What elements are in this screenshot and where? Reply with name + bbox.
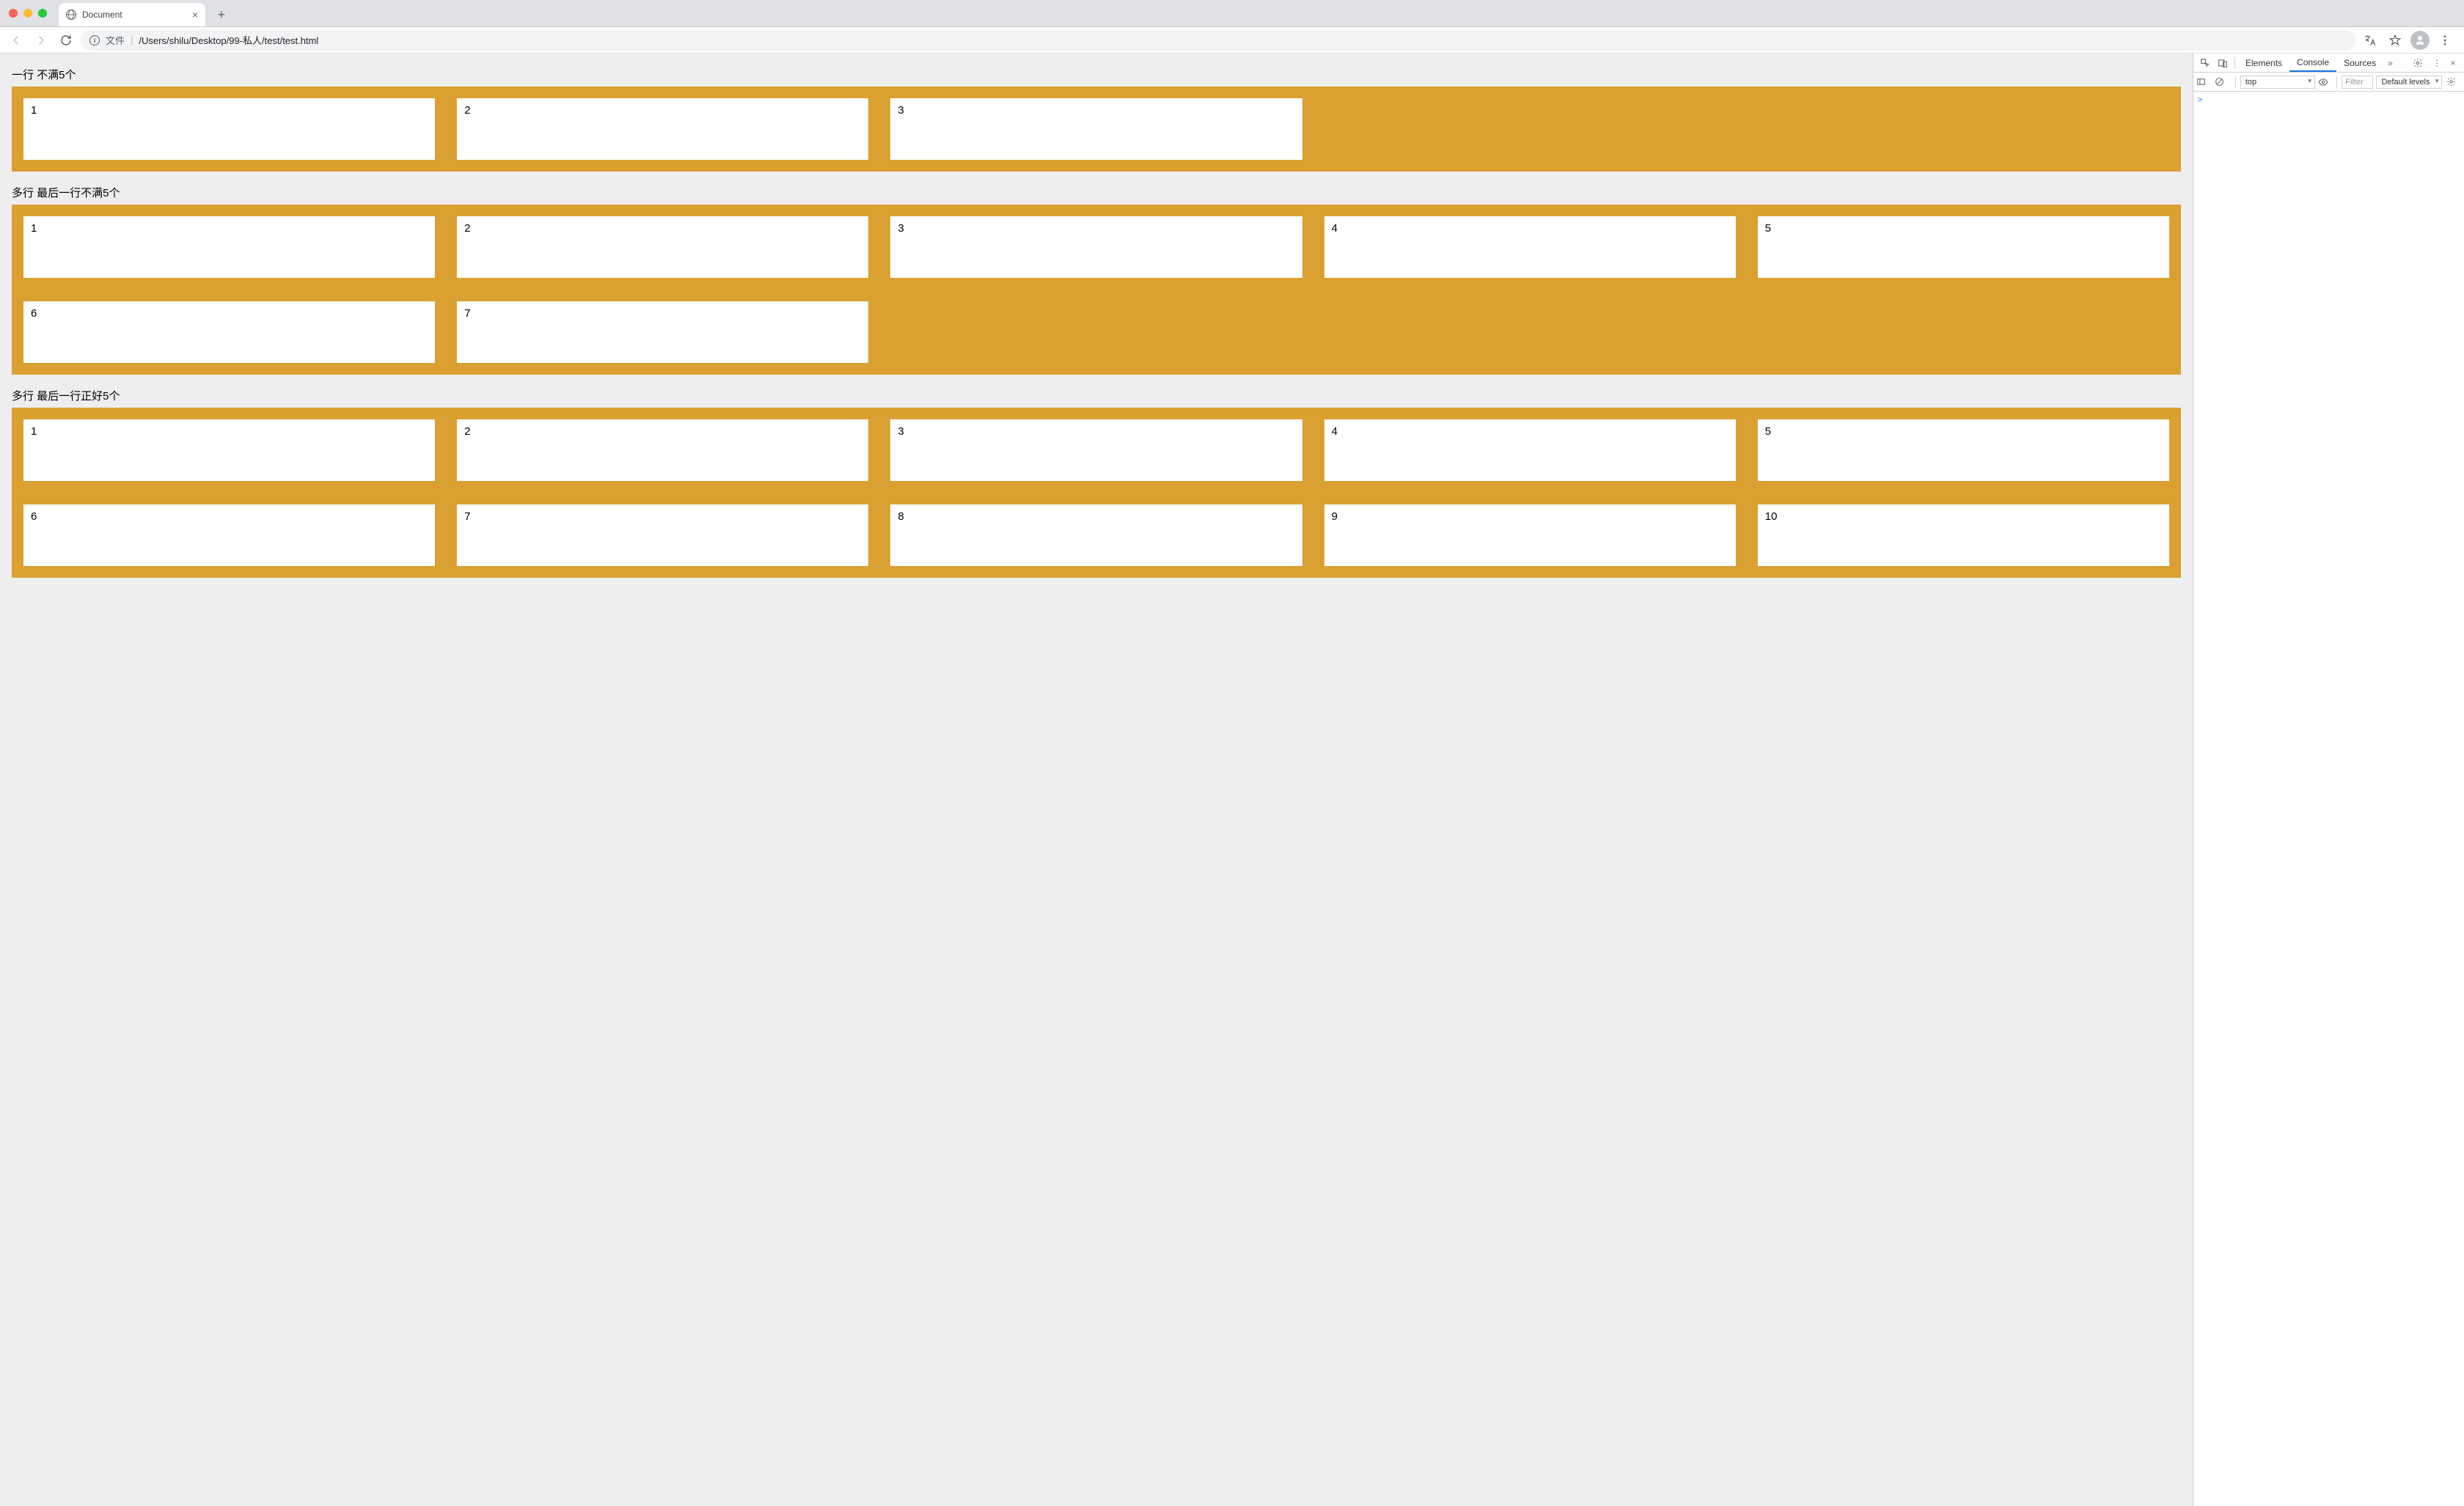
card: 7 [457,301,868,363]
card: 10 [1758,504,2169,566]
reload-icon [59,34,73,47]
filter-placeholder: Filter [2345,78,2363,87]
eye-icon [2318,77,2328,87]
tab-title: Document [82,10,122,20]
close-window-button[interactable] [9,9,18,18]
clear-console-button[interactable] [2215,77,2230,87]
profile-button[interactable] [2410,30,2430,51]
kebab-icon [2438,34,2452,47]
forward-button[interactable] [31,30,51,51]
levels-value: Default levels [2381,78,2430,87]
console-prompt: > [2198,95,2203,104]
url-scheme-label: 文件 [106,33,125,47]
filter-input[interactable]: Filter [2342,76,2373,89]
card: 2 [457,216,868,278]
arrow-left-icon [10,34,23,47]
device-icon [2218,58,2228,68]
devtools-menu-button[interactable]: ⋮ [2429,58,2445,68]
inspect-element-button[interactable] [2196,58,2214,68]
browser-tab[interactable]: Document × [59,3,205,26]
card: 6 [23,504,435,566]
card: 3 [890,98,1302,160]
browser-tab-bar: Document × + [0,0,2464,27]
window-controls [9,9,47,18]
clear-icon [2215,77,2224,87]
inspect-icon [2200,58,2210,68]
star-icon [2388,34,2402,47]
card: 1 [23,98,435,160]
grid-container: 12345 6789 10 [12,408,2181,578]
address-bar-row: i 文件 | /Users/shilu/Desktop/99-私人/test/t… [0,27,2464,54]
console-sidebar-toggle[interactable] [2196,77,2212,87]
url-path: /Users/shilu/Desktop/99-私人/test/test.htm… [139,33,318,47]
card: 5 [1758,216,2169,278]
gear-icon [2446,77,2456,87]
card: 6 [23,301,435,363]
devtools-panel: Elements Console Sources » ⋮ × top [2193,54,2464,1506]
translate-icon [2364,34,2377,47]
back-button[interactable] [6,30,26,51]
card: 7 [457,504,868,566]
card: 9 [1324,504,1736,566]
card: 4 [1324,216,1736,278]
globe-icon [66,10,76,20]
card: 8 [890,504,1302,566]
devtools-tabs: Elements Console Sources » ⋮ × [2193,54,2464,73]
console-settings-button[interactable] [2446,77,2460,87]
bookmark-button[interactable] [2385,30,2405,51]
browser-menu-button[interactable] [2435,30,2455,51]
info-icon[interactable]: i [89,35,100,45]
console-output[interactable]: > [2193,92,2464,1506]
context-value: top [2245,78,2256,87]
section-title: 多行 最后一行不满5个 [12,185,2181,200]
divider [2336,76,2337,88]
more-tabs-button[interactable]: » [2383,58,2397,68]
card: 4 [1324,419,1736,481]
console-toolbar: top Filter Default levels [2193,73,2464,92]
card: 3 [890,216,1302,278]
card: 2 [457,419,868,481]
tab-console[interactable]: Console [2289,54,2336,72]
tab-elements[interactable]: Elements [2238,54,2289,72]
avatar-icon [2410,31,2430,50]
card: 1 [23,216,435,278]
arrow-right-icon [34,34,48,47]
log-levels-select[interactable]: Default levels [2376,76,2442,89]
section-title: 多行 最后一行正好5个 [12,388,2181,403]
card: 1 [23,419,435,481]
new-tab-button[interactable]: + [211,4,232,25]
reload-button[interactable] [56,30,76,51]
sidebar-icon [2196,77,2206,87]
maximize-window-button[interactable] [38,9,47,18]
card: 2 [457,98,868,160]
close-tab-icon[interactable]: × [192,9,198,21]
page-viewport[interactable]: 一行 不满5个123多行 最后一行不满5个1234567多行 最后一行正好5个1… [0,54,2193,1506]
card: 5 [1758,419,2169,481]
grid-container: 123 [12,87,2181,172]
workspace: 一行 不满5个123多行 最后一行不满5个1234567多行 最后一行正好5个1… [0,54,2464,1506]
devtools-settings-button[interactable] [2413,58,2429,68]
url-separator: | [131,34,133,45]
browser-right-controls [2360,30,2458,51]
device-toolbar-button[interactable] [2214,58,2232,68]
divider [2235,76,2236,88]
translate-button[interactable] [2360,30,2380,51]
section-title: 一行 不满5个 [12,67,2181,82]
devtools-close-button[interactable]: × [2445,58,2461,68]
gear-icon [2413,58,2423,68]
card: 3 [890,419,1302,481]
live-expression-button[interactable] [2318,77,2332,87]
tab-sources[interactable]: Sources [2336,54,2383,72]
grid-container: 12345 67 [12,205,2181,375]
context-select[interactable]: top [2240,76,2315,89]
address-bar[interactable]: i 文件 | /Users/shilu/Desktop/99-私人/test/t… [81,30,2355,51]
minimize-window-button[interactable] [23,9,32,18]
divider [2234,57,2235,69]
